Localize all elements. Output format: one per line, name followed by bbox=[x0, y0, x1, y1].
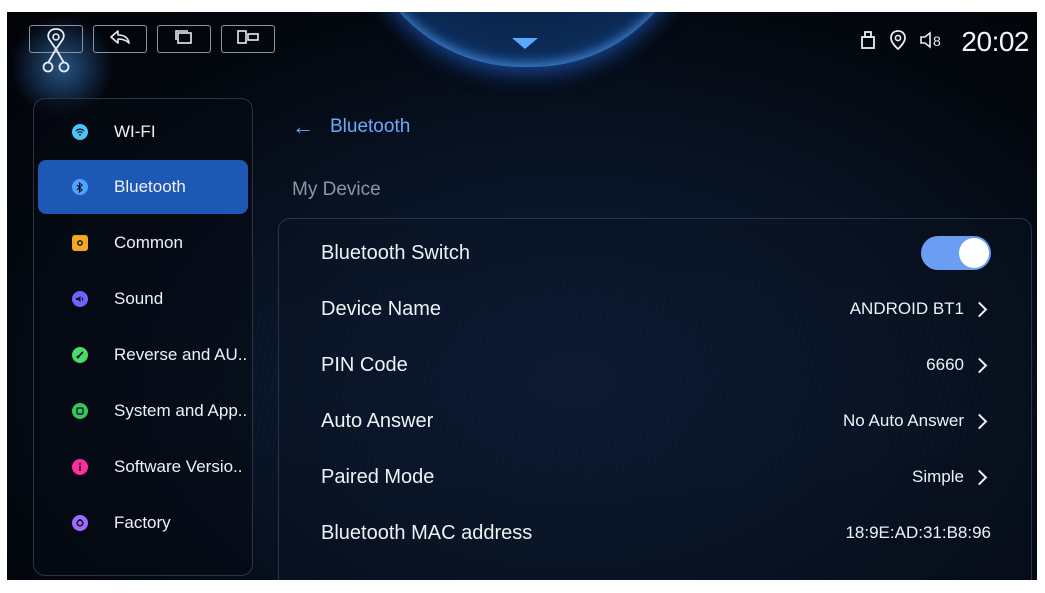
volume-icon: 8 bbox=[919, 30, 949, 55]
setting-label: Paired Mode bbox=[321, 465, 435, 488]
back-button[interactable] bbox=[93, 25, 147, 53]
sidebar-item-reverse[interactable]: Reverse and AU.. bbox=[38, 328, 248, 382]
setting-mac-address: Bluetooth MAC address 18:9E:AD:31:B8:96 bbox=[321, 513, 991, 553]
setting-value: ANDROID BT1 bbox=[849, 299, 964, 318]
apps-icon bbox=[72, 403, 88, 419]
home-button[interactable] bbox=[29, 25, 83, 72]
sidebar-item-label: WI-FI bbox=[114, 122, 156, 141]
setting-label: Auto Answer bbox=[321, 409, 434, 432]
sidebar-item-label: Factory bbox=[114, 513, 171, 532]
sidebar-item-sound[interactable]: Sound bbox=[38, 272, 248, 326]
sidebar-item-label: Common bbox=[114, 233, 183, 252]
sidebar-item-system[interactable]: System and App.. bbox=[38, 384, 248, 438]
camera-icon bbox=[72, 347, 88, 363]
setting-label: Bluetooth Switch bbox=[321, 241, 470, 264]
page-header: ← Bluetooth bbox=[292, 116, 410, 138]
split-screen-icon bbox=[236, 29, 260, 50]
usb-icon bbox=[859, 30, 877, 55]
settings-sidebar: WI-FI Bluetooth Common Sound Reverse and… bbox=[33, 98, 253, 576]
setting-value-group: Simple bbox=[912, 467, 991, 487]
setting-value: 6660 bbox=[926, 355, 964, 374]
setting-pin-code[interactable]: PIN Code 6660 bbox=[321, 345, 991, 385]
sidebar-item-label: Bluetooth bbox=[114, 177, 186, 196]
setting-bluetooth-switch[interactable]: Bluetooth Switch bbox=[321, 233, 991, 273]
screen: 8 20:02 WI-FI Bluetooth Common Sound Rev… bbox=[7, 12, 1037, 580]
sidebar-item-label: Software Versio.. bbox=[114, 457, 243, 476]
setting-value-group: ANDROID BT1 bbox=[850, 299, 991, 319]
sound-icon bbox=[72, 291, 88, 307]
chevron-right-icon bbox=[971, 413, 988, 429]
bluetooth-toggle[interactable] bbox=[921, 236, 991, 270]
setting-paired-mode[interactable]: Paired Mode Simple bbox=[321, 457, 991, 497]
setting-value: 18:9E:AD:31:B8:96 bbox=[845, 523, 991, 542]
status-bar: 8 20:02 bbox=[859, 26, 1029, 58]
recent-apps-button[interactable] bbox=[157, 25, 211, 53]
settings-icon bbox=[72, 235, 88, 251]
settings-card: Bluetooth Switch Device Name ANDROID BT1… bbox=[278, 218, 1032, 580]
setting-value-group: 18:9E:AD:31:B8:96 bbox=[845, 523, 991, 543]
sidebar-item-label: Sound bbox=[114, 289, 164, 308]
chevron-right-icon bbox=[971, 357, 988, 373]
bluetooth-icon bbox=[72, 179, 88, 195]
chevron-right-icon bbox=[971, 469, 988, 485]
sidebar-item-factory[interactable]: Factory bbox=[38, 496, 248, 550]
chevron-right-icon bbox=[971, 301, 988, 317]
chevron-down-icon[interactable] bbox=[512, 38, 538, 49]
setting-label: PIN Code bbox=[321, 353, 408, 376]
svg-text:8: 8 bbox=[933, 33, 941, 49]
setting-value-group: No Auto Answer bbox=[843, 411, 991, 431]
sidebar-item-bluetooth[interactable]: Bluetooth bbox=[38, 160, 248, 214]
factory-icon bbox=[72, 515, 88, 531]
setting-label: Bluetooth MAC address bbox=[321, 521, 533, 544]
clock: 20:02 bbox=[961, 26, 1029, 57]
back-arrow-icon[interactable]: ← bbox=[292, 116, 314, 138]
section-label: My Device bbox=[292, 179, 381, 200]
info-icon bbox=[72, 459, 88, 475]
setting-value: No Auto Answer bbox=[843, 411, 964, 430]
recent-apps-icon bbox=[173, 29, 195, 50]
sidebar-item-software-version[interactable]: Software Versio.. bbox=[38, 440, 248, 494]
home-icon bbox=[36, 12, 76, 90]
setting-auto-answer[interactable]: Auto Answer No Auto Answer bbox=[321, 401, 991, 441]
setting-value-group: 6660 bbox=[926, 355, 991, 375]
setting-device-name[interactable]: Device Name ANDROID BT1 bbox=[321, 289, 991, 329]
sidebar-item-label: System and App.. bbox=[114, 401, 248, 420]
sidebar-item-label: Reverse and AU.. bbox=[114, 345, 248, 364]
wifi-icon bbox=[72, 124, 88, 140]
split-screen-button[interactable] bbox=[221, 25, 275, 53]
page-title: Bluetooth bbox=[330, 116, 411, 137]
setting-label: Device Name bbox=[321, 297, 442, 320]
setting-value: Simple bbox=[912, 467, 964, 486]
location-icon bbox=[889, 29, 907, 56]
back-icon bbox=[109, 29, 131, 50]
toggle-knob bbox=[959, 238, 989, 268]
sidebar-item-wifi[interactable]: WI-FI bbox=[38, 105, 248, 159]
sidebar-item-common[interactable]: Common bbox=[38, 216, 248, 270]
